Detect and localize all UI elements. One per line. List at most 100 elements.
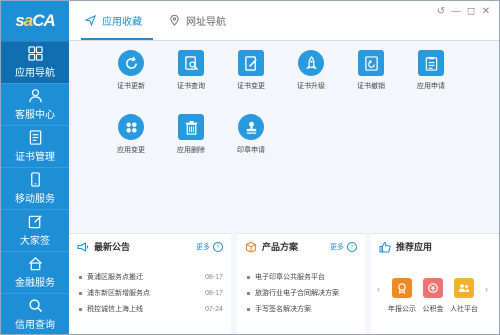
bullet-icon: [79, 275, 82, 279]
recommend-housing-fund[interactable]: 公积金: [417, 278, 449, 314]
tab-active-indicator: [81, 38, 153, 40]
app-label: 证书撤销: [357, 83, 385, 90]
news-item[interactable]: 黄浦区服务点搬迁 08-17: [79, 272, 223, 282]
app-change[interactable]: 应用变更: [101, 114, 161, 155]
app-label: 印章申请: [237, 147, 265, 154]
app-label: 证书变更: [237, 83, 265, 90]
sidebar-item-label: 应用导航: [15, 68, 55, 79]
tab-app-favorites[interactable]: 应用收藏: [85, 13, 142, 28]
sidebar-item-customer-service[interactable]: 客服中心: [1, 83, 69, 125]
bullet-icon: [79, 291, 82, 295]
app-label: 证书查询: [177, 83, 205, 90]
thumbs-up-icon: [379, 241, 391, 252]
recommend-label: 公积金: [422, 306, 444, 313]
sidebar: s a CA 应用导航 客服中心 证书管理 移动服务 大家签 金融服务 信用查询: [1, 1, 69, 334]
news-item-text: 税控诚信上海上线: [87, 306, 143, 313]
product-item[interactable]: 手写签名解决方案: [247, 304, 311, 314]
scroll-right-icon[interactable]: ›: [485, 284, 488, 294]
sidebar-item-cert-management[interactable]: 证书管理: [1, 125, 69, 167]
news-item-date: 07-24: [205, 305, 223, 313]
product-item[interactable]: 旅游行业电子合同解决方案: [247, 288, 339, 298]
search-icon: [28, 299, 42, 313]
sidebar-item-dajiaqian[interactable]: 大家签: [1, 209, 69, 251]
more-label: 更多: [330, 243, 344, 251]
megaphone-icon: [77, 241, 89, 252]
recommend-panel-title: 推荐应用: [396, 242, 433, 252]
news-panel: 最新公告 更多 ›: [69, 233, 231, 334]
minimize-button[interactable]: —: [450, 6, 462, 18]
sidebar-item-label: 金融服务: [15, 278, 55, 289]
coin-icon: [423, 278, 443, 298]
sidebar-item-label: 证书管理: [15, 152, 55, 163]
product-item-text: 手写签名解决方案: [255, 306, 311, 313]
news-panel-header: 最新公告 更多 ›: [69, 234, 231, 259]
app-label: 证书升级: [297, 83, 325, 90]
send-icon: [85, 15, 96, 26]
more-label: 更多: [196, 243, 210, 251]
recommend-social-security[interactable]: 人社平台: [448, 278, 480, 314]
app-cert-change[interactable]: 证书变更: [221, 50, 281, 91]
tab-url-nav[interactable]: 网址导航: [169, 13, 226, 28]
products-panel: 产品方案 更多 ›: [237, 233, 365, 334]
bullet-icon: [247, 307, 250, 311]
app-window: saCA 应用导航 客服中心 证书管理 移动服务 大家签 金融服务 信用查询: [0, 0, 500, 335]
app-seal-apply[interactable]: 印章申请: [221, 114, 281, 155]
maximize-button[interactable]: ◻: [465, 6, 477, 18]
sidebar-item-app-nav[interactable]: 应用导航: [1, 41, 69, 83]
phone-icon: [30, 172, 40, 187]
sidebar-item-label: 客服中心: [15, 110, 55, 121]
app-label: 应用变更: [117, 147, 145, 154]
refresh-window-button[interactable]: ↺: [435, 6, 447, 18]
news-item-text: 浦东新区新增服务点: [87, 290, 150, 297]
product-item-text: 电子印章公共服务平台: [255, 274, 325, 281]
sidebar-item-label: 大家签: [20, 236, 50, 247]
news-more-link[interactable]: 更多 ›: [196, 241, 223, 252]
news-item[interactable]: 税控诚信上海上线 07-24: [79, 304, 223, 314]
products-panel-header: 产品方案 更多 ›: [237, 234, 365, 259]
cycle-icon: [118, 114, 144, 140]
recommend-label: 年报公示: [388, 306, 416, 313]
news-item[interactable]: 浦东新区新增服务点 08-17: [79, 288, 223, 298]
sidebar-item-mobile-service[interactable]: 移动服务: [1, 167, 69, 209]
app-apply[interactable]: 应用申请: [401, 50, 461, 91]
scroll-left-icon[interactable]: ‹: [377, 284, 380, 294]
app-label: 证书更新: [117, 83, 145, 90]
location-icon: [170, 15, 179, 26]
tab-label: 应用收藏: [102, 17, 142, 28]
sidebar-item-finance-service[interactable]: 金融服务: [1, 251, 69, 293]
logo-text-2: a: [23, 11, 34, 30]
badge-icon: [392, 278, 412, 298]
top-bar: 应用收藏 网址导航 ↺ — ◻ ✕: [69, 1, 499, 41]
undo-icon: [358, 50, 384, 76]
app-label: 应用删除: [177, 147, 205, 154]
clipboard-icon: [418, 50, 444, 76]
bullet-icon: [247, 275, 250, 279]
recommend-annual-report[interactable]: 年报公示: [386, 278, 418, 314]
close-button[interactable]: ✕: [480, 6, 492, 18]
sidebar-item-credit-query[interactable]: 信用查询: [1, 293, 69, 334]
people-icon: [454, 278, 474, 298]
seal-icon: [238, 114, 264, 140]
window-controls: ↺ — ◻ ✕: [432, 6, 492, 18]
logo-text-1: s: [15, 11, 25, 30]
app-cert-upgrade[interactable]: 证书升级: [281, 50, 341, 91]
app-cert-query[interactable]: 证书查询: [161, 50, 221, 91]
bullet-icon: [247, 291, 250, 295]
recommend-label: 人社平台: [450, 306, 478, 313]
document-icon: [29, 130, 41, 145]
chevron-right-icon: ›: [213, 241, 223, 252]
app-label: 应用申请: [417, 83, 445, 90]
app-delete[interactable]: 应用删除: [161, 114, 221, 155]
products-more-link[interactable]: 更多 ›: [330, 241, 357, 252]
product-item-text: 旅游行业电子合同解决方案: [255, 290, 339, 297]
app-cert-update[interactable]: 证书更新: [101, 50, 161, 91]
box-icon: [245, 241, 257, 253]
recommend-panel-header: 推荐应用: [371, 234, 499, 259]
logo-text-3: CA: [32, 11, 56, 30]
app-cert-revoke[interactable]: 证书撤销: [341, 50, 401, 91]
sidebar-item-label: 移动服务: [15, 194, 55, 205]
products-panel-title: 产品方案: [262, 242, 299, 252]
refresh-icon: [118, 50, 144, 76]
product-item[interactable]: 电子印章公共服务平台: [247, 272, 325, 282]
search-doc-icon: [178, 50, 204, 76]
